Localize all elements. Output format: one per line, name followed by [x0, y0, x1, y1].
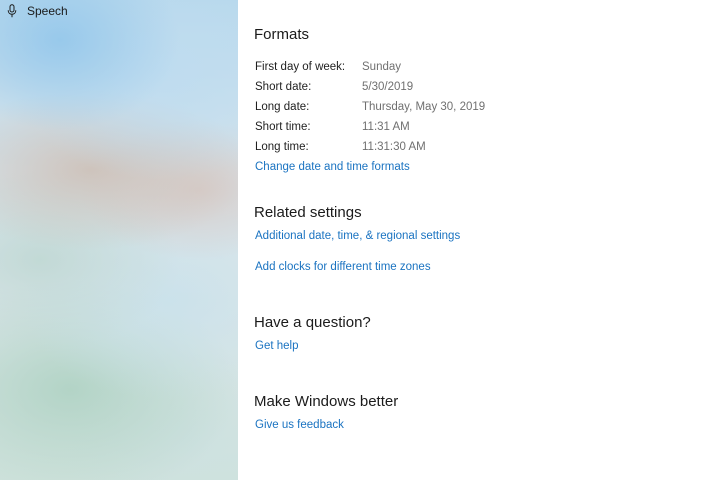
related-settings-heading: Related settings: [254, 204, 362, 221]
sidebar-item-label: Speech: [27, 4, 68, 18]
make-windows-better-heading: Make Windows better: [254, 393, 399, 410]
format-row-long-date: Long date: Thursday, May 30, 2019: [255, 101, 485, 119]
format-row-first-day: First day of week: Sunday: [255, 61, 401, 79]
format-label: First day of week:: [255, 61, 346, 73]
formats-heading: Formats: [254, 26, 310, 43]
format-row-long-time: Long time: 11:31:30 AM: [255, 141, 426, 159]
add-clocks-link[interactable]: Add clocks for different time zones: [255, 261, 431, 273]
format-value: 11:31 AM: [362, 121, 410, 133]
main-content: Formats First day of week: Sunday Short …: [238, 0, 720, 480]
microphone-icon: [4, 2, 20, 20]
format-label: Long date:: [255, 101, 310, 113]
format-label: Short time:: [255, 121, 311, 133]
format-value: Sunday: [362, 61, 402, 73]
format-value: Thursday, May 30, 2019: [362, 101, 486, 113]
format-row-short-time: Short time: 11:31 AM: [255, 121, 410, 139]
additional-regional-settings-link[interactable]: Additional date, time, & regional settin…: [255, 230, 460, 242]
format-value: 5/30/2019: [362, 81, 414, 93]
format-label: Long time:: [255, 141, 309, 153]
get-help-link[interactable]: Get help: [255, 340, 298, 352]
give-feedback-link[interactable]: Give us feedback: [255, 419, 344, 431]
sidebar: Speech: [0, 0, 238, 480]
settings-window: Speech Formats First day of week: Sunday…: [0, 0, 720, 480]
format-row-short-date: Short date: 5/30/2019: [255, 81, 413, 99]
have-a-question-heading: Have a question?: [254, 314, 371, 331]
sidebar-item-speech[interactable]: Speech: [0, 0, 68, 22]
change-date-time-formats-link[interactable]: Change date and time formats: [255, 161, 410, 173]
format-label: Short date:: [255, 81, 312, 93]
format-value: 11:31:30 AM: [362, 141, 426, 153]
